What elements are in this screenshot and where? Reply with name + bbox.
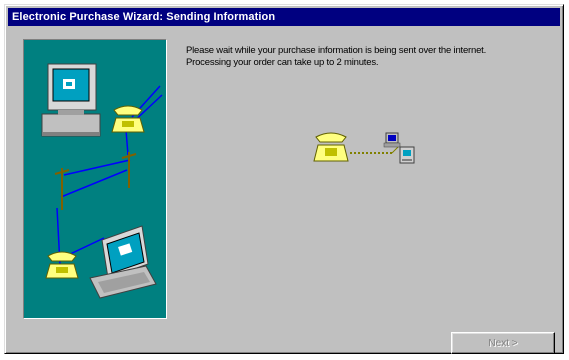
connection-animation-art bbox=[313, 132, 415, 164]
status-message: Please wait while your purchase informat… bbox=[186, 45, 558, 69]
laptop-icon bbox=[89, 225, 157, 299]
telephone-icon bbox=[45, 251, 79, 279]
telephone-icon bbox=[111, 105, 145, 133]
status-message-line-2: Processing your order can take up to 2 m… bbox=[186, 57, 379, 68]
next-button[interactable]: Next > bbox=[451, 332, 555, 354]
network-computer-icon bbox=[383, 132, 415, 164]
wizard-illustration bbox=[23, 39, 167, 319]
telephone-icon bbox=[313, 132, 349, 162]
purchase-wizard-dialog: Electronic Purchase Wizard: Sending Info… bbox=[4, 4, 564, 354]
window-title: Electronic Purchase Wizard: Sending Info… bbox=[8, 8, 560, 26]
desktop-computer-icon bbox=[41, 63, 101, 137]
status-message-line-1: Please wait while your purchase informat… bbox=[186, 45, 487, 56]
wizard-illustration-art bbox=[41, 63, 163, 299]
connection-animation bbox=[310, 129, 425, 171]
